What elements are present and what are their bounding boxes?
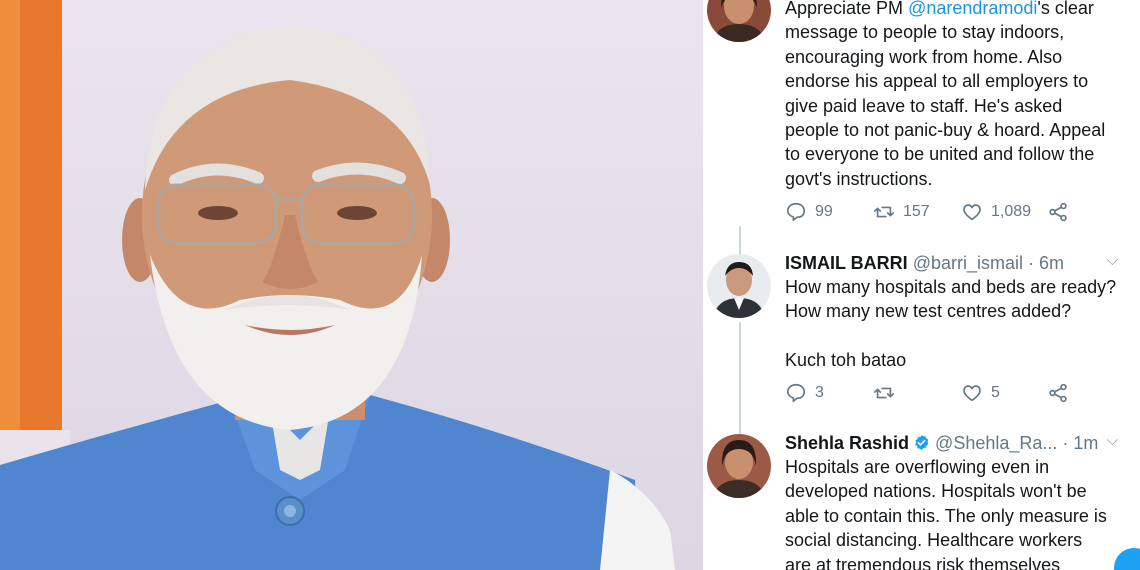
avatar-image [707,254,771,318]
reply-button[interactable]: 99 [785,201,833,223]
retweet-icon [874,206,894,218]
tweet-line: How many hospitals and beds are ready? [785,277,1117,297]
avatar-image [707,0,771,42]
tweet-text: How many hospitals and beds are ready? H… [785,275,1128,372]
timestamp[interactable]: 1m [1073,433,1098,453]
share-button[interactable] [1047,201,1069,223]
reply-count: 3 [815,384,824,401]
like-button[interactable]: 1,089 [961,201,1031,223]
retweet-count: 157 [903,203,930,220]
tweet-header: Shehla Rashid @Shehla_Ra... · 1m [785,432,1128,455]
reply-icon [786,202,806,222]
tweet-header: ISMAIL BARRI @barri_ismail · 6m [785,252,1128,275]
tweet-line: message to people to stay indoors, [785,22,1065,43]
tweet-line: How many new test centres added? [785,301,1072,322]
avatar[interactable] [707,0,771,42]
reply-button[interactable]: 3 [785,382,824,404]
share-icon [1049,383,1067,403]
timestamp[interactable]: 6m [1039,253,1064,273]
user-handle[interactable]: @barri_ismail [913,253,1023,273]
tweet-line: govt's instructions. [785,168,933,189]
tweet-text: Appreciate PM @narendramodi's clear mess… [785,0,1128,191]
tweet-text: Hospitals are overflowing even in develo… [785,455,1128,570]
tweet-line: encouraging work from home. Also [785,46,1063,67]
mention-link[interactable]: @narendramodi [908,0,1037,18]
user-handle[interactable]: @Shehla_Ra... [935,433,1057,453]
tweet-line: are at tremendous risk themselves [785,554,1061,570]
retweet-button[interactable] [873,382,903,404]
separator-dot: · [1028,253,1034,273]
heart-icon [963,204,981,221]
chevron-down-icon[interactable]: ⌵ [1107,252,1118,269]
reply-count: 99 [815,203,833,220]
heart-icon [963,385,981,402]
tweet-line: able to contain this. The only measure i… [785,505,1107,526]
tweet-line: social distancing. Healthcare workers [785,530,1083,551]
like-count: 5 [991,384,1000,401]
like-count: 1,089 [991,203,1032,220]
avatar[interactable] [707,254,771,318]
chevron-down-icon[interactable]: ⌵ [1107,432,1118,449]
tweet-line: endorse his appeal to all employers to [785,71,1089,92]
share-button[interactable] [1047,382,1069,404]
like-button[interactable]: 5 [961,382,1000,404]
man-portrait-illustration [0,0,675,570]
avatar-image [707,434,771,498]
reply-icon [786,383,806,403]
tweet-line: Kuch toh batao [785,349,907,370]
news-photo [0,0,703,570]
verified-badge-icon [915,435,929,450]
display-name[interactable]: Shehla Rashid [785,433,909,453]
display-name[interactable]: ISMAIL BARRI [785,253,908,273]
tweet-line: people to not panic-buy & hoard. Appeal [785,120,1106,141]
tweet-thread: Appreciate PM @narendramodi's clear mess… [703,0,1140,570]
tweet-line: developed nations. Hospitals won't be [785,481,1087,502]
share-icon [1049,202,1067,222]
retweet-button[interactable]: 157 [873,201,930,223]
tweet-line: Appreciate PM @narendramodi's clear [785,0,1128,20]
tweet-line: to everyone to be united and follow the [785,144,1095,165]
retweet-icon [874,387,894,399]
tweet-line: Hospitals are overflowing even in [785,457,1050,477]
tweet-line: give paid leave to staff. He's asked [785,95,1063,116]
text-segment: 's clear [1037,0,1094,18]
thread-connector [739,322,741,434]
separator-dot: · [1062,433,1069,453]
avatar[interactable] [707,434,771,498]
text-segment: Appreciate PM [785,0,909,18]
